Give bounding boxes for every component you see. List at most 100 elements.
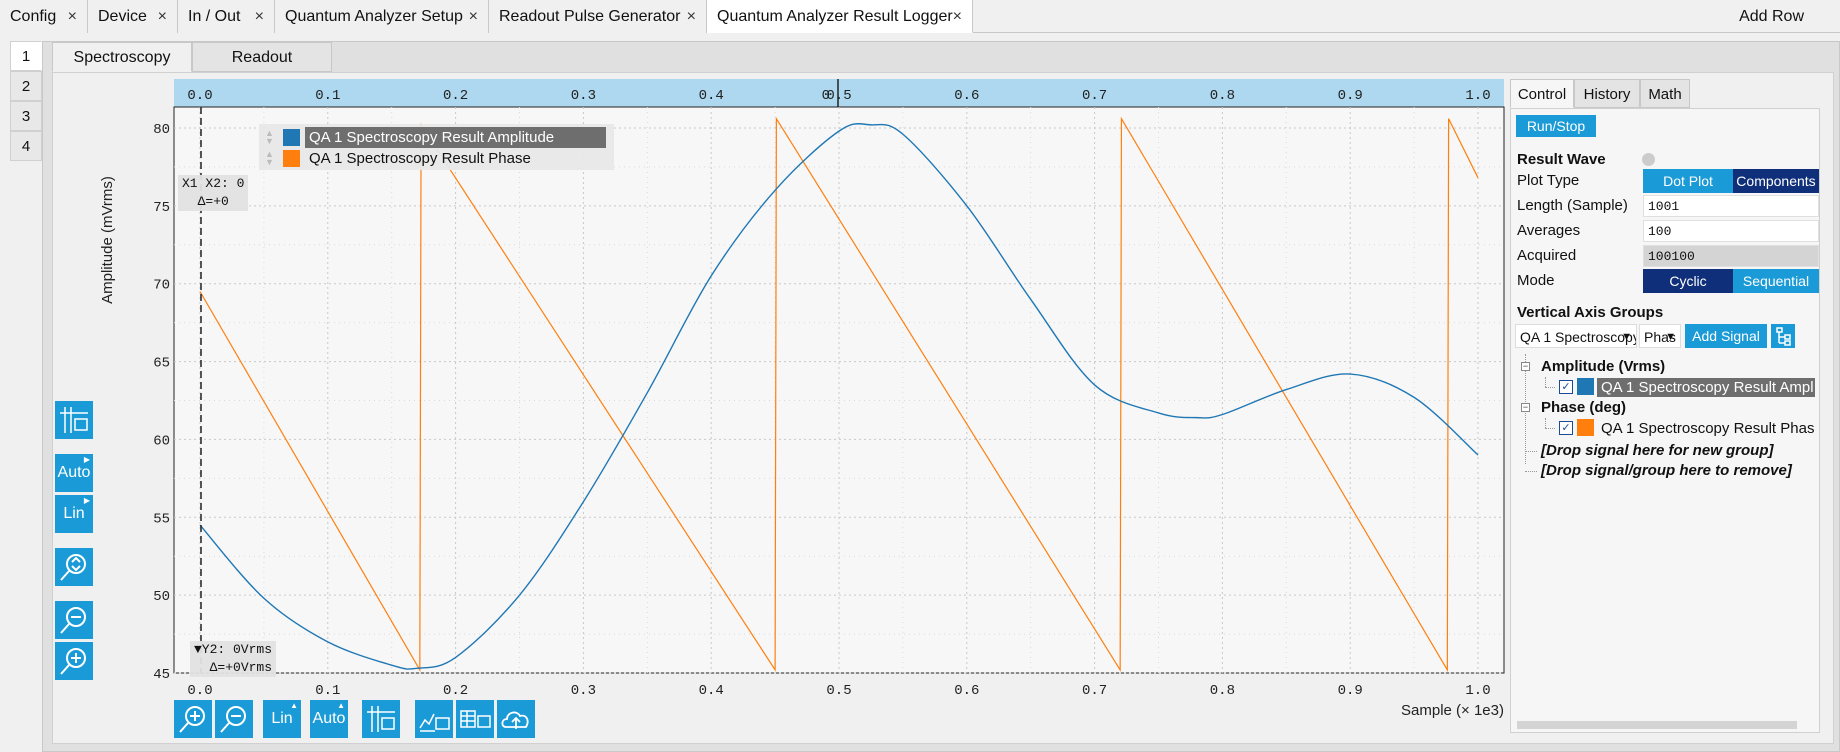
cursor-tool-button[interactable] [55,401,93,439]
plot-area[interactable]: 0.0 0.1 0.2 0.3 0.4 0.5 0.6 0.7 0.8 0.9 1.0 0.0 0.1… [0,0,1510,752]
y-cursor-readout: ▼Y2: 0Vrms Δ=+0Vrms [190,641,277,677]
tree-connector [1545,418,1546,428]
acquired-field: 100100 [1643,245,1819,267]
mode-sequential[interactable]: Sequential [1733,269,1819,293]
x-axis-label: Sample (× 1e3) [1401,702,1504,719]
signal-checkbox-amplitude[interactable]: ✓ [1559,380,1573,394]
result-wave-label: Result Wave [1517,151,1606,168]
table-icon [460,710,491,728]
zoom-out-x-button[interactable] [215,700,253,738]
zoom-out-icon [220,706,246,733]
tab-math[interactable]: Math [1640,79,1690,108]
zoom-in-icon [179,706,205,733]
menu-triangle-icon: ▲ [337,701,345,710]
run-stop-button[interactable]: Run/Stop [1516,115,1596,137]
upload-button[interactable] [497,700,535,738]
signal-select[interactable]: QA 1 Spectroscopy ▼ [1515,324,1637,348]
signal-sub-select[interactable]: Phas ▼ [1639,324,1681,348]
x-tick-label-top: 1.0 [1465,88,1490,104]
auto-scale-x-button[interactable]: Auto ▲ [310,700,348,738]
table-tool-button[interactable] [456,700,494,738]
lin-label: Lin [271,710,293,727]
app-window: Config × Device × In / Out × Quantum Ana… [0,0,1840,752]
math-icon [419,713,450,732]
cursor-x-button[interactable] [362,700,400,738]
length-label: Length (Sample) [1517,197,1628,214]
cursor-icon [60,407,88,433]
y-tick-label: 80 [153,122,170,138]
averages-field[interactable]: 100 [1643,220,1819,242]
drop-new-group-target[interactable]: [Drop signal here for new group] [1541,442,1774,459]
plot-type-components[interactable]: Components [1733,169,1819,193]
tree-icon [1776,327,1791,346]
legend-item-amplitude[interactable]: ▲ ▼ QA 1 Spectroscopy Result Amplitude [259,127,614,148]
x-tick-label-top: 0.0 [187,88,212,104]
add-row-button[interactable]: Add Row [1739,0,1804,33]
y-axis-label: Amplitude (mVrms) [99,176,116,304]
x-tick-label-top: 0.6 [954,88,979,104]
x-tick-label-top: 0.1 [315,88,340,104]
group-title-phase: Phase (deg) [1541,399,1627,416]
x-tick-label-top: 0.9 [1338,88,1363,104]
legend-label: QA 1 Spectroscopy Result Phase [309,150,531,167]
status-led-icon [1642,153,1655,166]
lin-scale-y-button[interactable]: Lin ▶ [55,495,93,533]
auto-scale-y-button[interactable]: Auto ▶ [55,454,93,492]
tree-connector [1525,451,1537,452]
x-cursor-readout: X1 X2: 0 Δ=+0 [178,175,249,211]
x-tick-label-top: 0.4 [699,88,724,104]
x-tick-label: 0.3 [571,683,596,699]
zoom-in-y-button[interactable] [55,642,93,680]
x-tick-label-top: 0.3 [571,88,596,104]
plot-type-dot-plot[interactable]: Dot Plot [1643,169,1733,193]
cursor-icon [367,706,395,732]
horizontal-scrollbar[interactable] [1517,721,1797,729]
tree-connector [1525,471,1537,472]
lin-scale-x-button[interactable]: Lin ▲ [263,700,301,738]
x-tick-label: 0.1 [315,683,340,699]
collapse-icon[interactable]: − [1521,403,1530,412]
x-tick-label: 0.7 [1082,683,1107,699]
zoom-fit-icon [60,554,86,581]
chevron-down-icon: ▼ [1621,331,1632,343]
menu-triangle-icon: ▶ [83,455,90,464]
signal-select-value: QA 1 Spectroscopy [1520,329,1637,345]
legend[interactable]: ▲ ▼ QA 1 Spectroscopy Result Amplitude ▲ ▼… [259,124,614,170]
legend-item-phase[interactable]: ▲ ▼ QA 1 Spectroscopy Result Phase [259,148,614,169]
drop-remove-target[interactable]: [Drop signal/group here to remove] [1541,462,1792,479]
tab-control[interactable]: Control [1510,79,1574,108]
zoom-out-icon [60,607,86,634]
sort-handle-icon[interactable]: ▲ ▼ [265,129,274,146]
y-tick-label: 65 [153,356,170,372]
signal-swatch-phase [1577,419,1594,436]
sort-handle-icon[interactable]: ▲ ▼ [265,150,274,167]
cursor-x-line1: X1 X2: 0 [182,176,245,191]
legend-swatch-phase [283,150,300,167]
y-tick-label: 75 [153,200,170,216]
tree-options-button[interactable] [1771,324,1795,348]
length-field[interactable]: 1001 [1643,195,1819,217]
tab-history[interactable]: History [1574,79,1640,108]
mode-cyclic[interactable]: Cyclic [1643,269,1733,293]
tree-connector [1545,377,1546,387]
zoom-out-y-button[interactable] [55,601,93,639]
signal-item-amplitude[interactable]: QA 1 Spectroscopy Result Ampl [1597,378,1815,397]
collapse-icon[interactable]: − [1521,362,1530,371]
signal-item-phase[interactable]: QA 1 Spectroscopy Result Phas [1597,419,1815,438]
zoom-in-x-button[interactable] [174,700,212,738]
x-tick-label-top: 0.7 [1082,88,1107,104]
signal-checkbox-phase[interactable]: ✓ [1559,421,1573,435]
zoom-in-icon [60,648,86,675]
x-tick-label: 0.0 [187,683,212,699]
cursor-y-line2: Δ=+0Vrms [209,660,273,675]
zoom-fit-y-button[interactable] [55,548,93,586]
x-tick-label: 0.5 [826,683,851,699]
plot-type-label: Plot Type [1517,172,1580,189]
math-tool-button[interactable] [415,700,453,738]
acquired-label: Acquired [1517,247,1577,264]
averages-label: Averages [1517,222,1581,239]
control-body: Run/Stop Result Wave Plot Type Dot Plot … [1510,108,1820,733]
add-signal-button[interactable]: Add Signal [1685,324,1767,348]
mode-label: Mode [1517,272,1555,289]
menu-triangle-icon: ▲ [290,701,298,710]
